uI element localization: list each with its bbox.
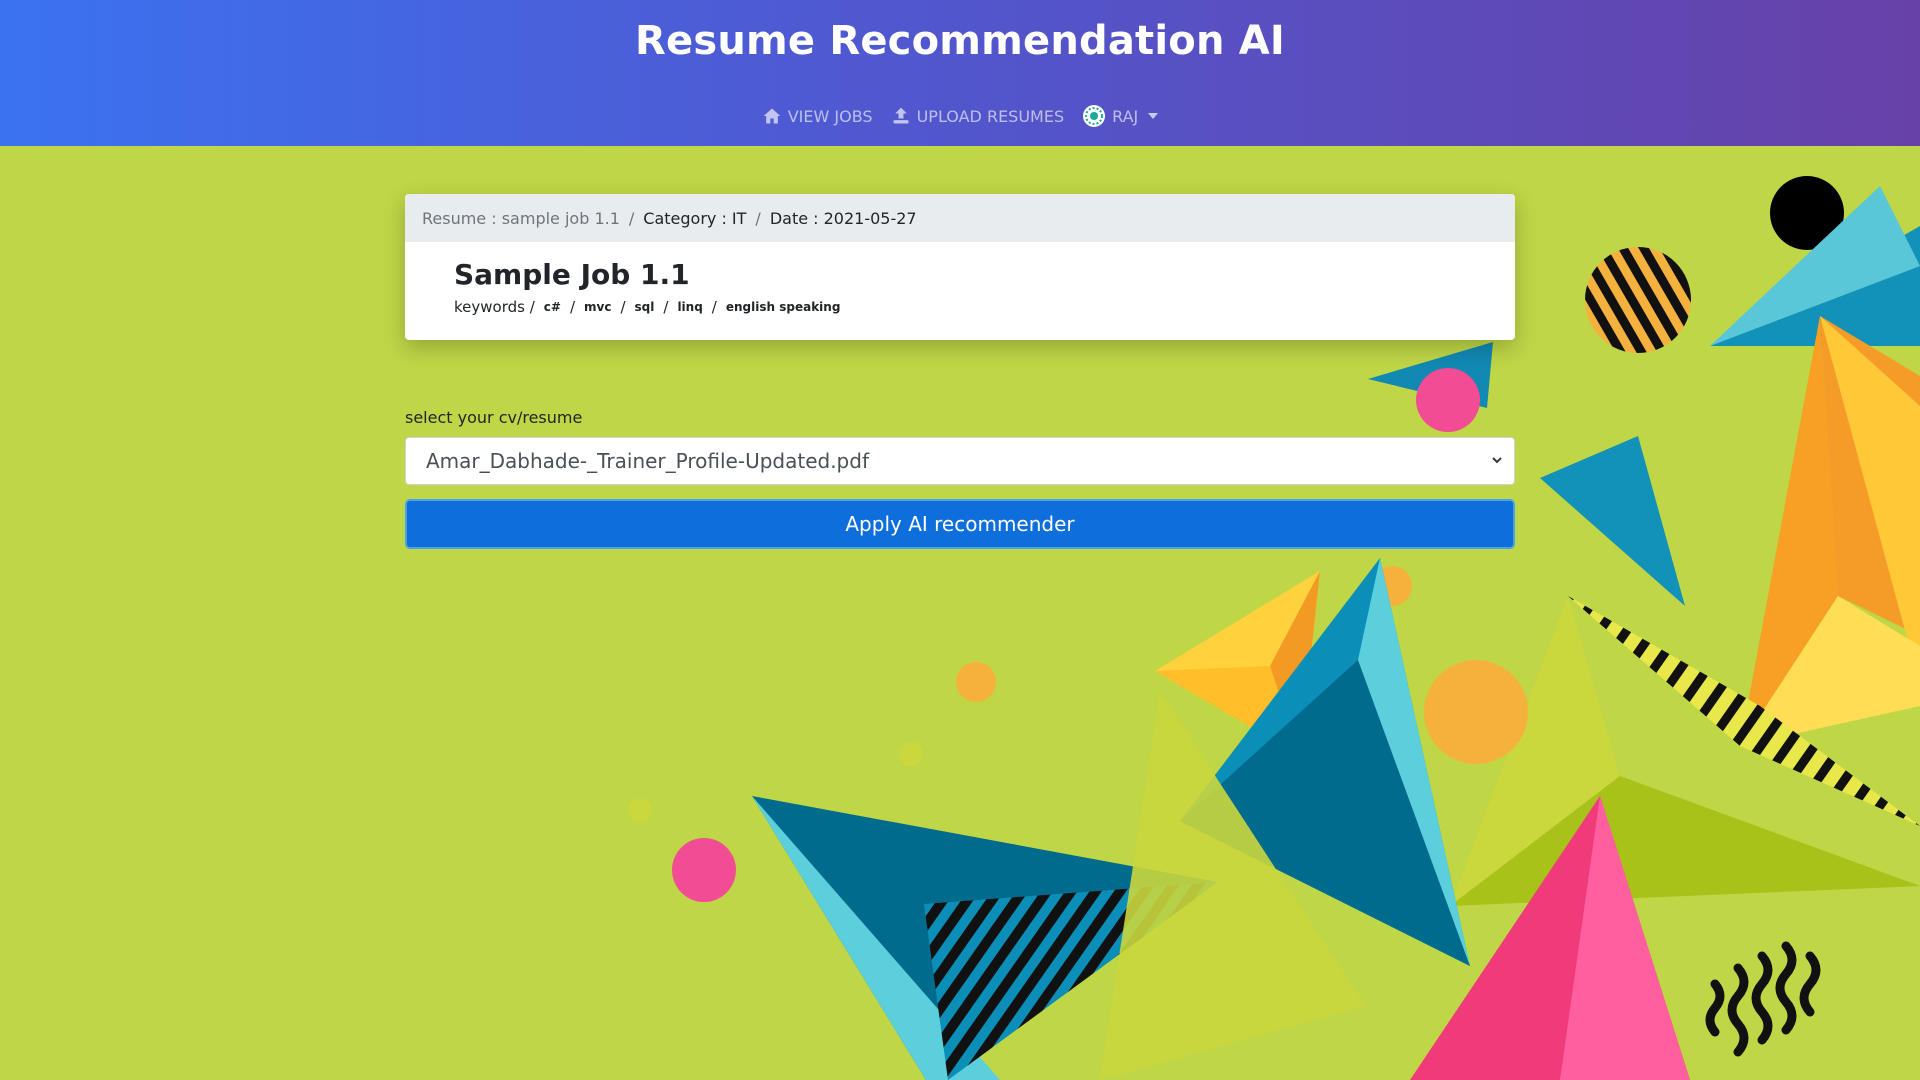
breadcrumb-date: Date : 2021-05-27 [769, 208, 917, 228]
nav-user-menu[interactable]: RAJ [1082, 104, 1159, 128]
upload-icon [893, 107, 909, 124]
keyword-separator: / [569, 298, 575, 316]
breadcrumb-category[interactable]: Category : IT [643, 209, 746, 228]
keyword-item: sql [634, 300, 655, 314]
keyword-separator: / [711, 298, 717, 316]
job-card: Resume : sample job 1.1 / Category : IT … [405, 194, 1515, 340]
apply-ai-recommender-button[interactable]: Apply AI recommender [405, 499, 1515, 549]
resume-select[interactable]: Amar_Dabhade-_Trainer_Profile-Updated.pd… [405, 437, 1515, 485]
breadcrumb: Resume : sample job 1.1 / Category : IT … [405, 194, 1515, 242]
nav-user-label: RAJ [1112, 106, 1139, 126]
app-title: Resume Recommendation AI [634, 18, 1285, 64]
keyword-item: c# [543, 300, 561, 314]
resume-select-label: select your cv/resume [405, 408, 583, 427]
chevron-down-icon [1492, 457, 1502, 464]
main-nav: VIEW JOBS UPLOAD RESUMES RAJ [0, 104, 1920, 128]
nav-upload-resumes-label: UPLOAD RESUMES [916, 106, 1065, 126]
breadcrumb-resume[interactable]: Resume : sample job 1.1 [422, 209, 620, 228]
keywords-list: keywords / c# / mvc / sql / linq / engli… [454, 298, 840, 316]
keyword-separator: / [620, 298, 626, 316]
nav-view-jobs-label: VIEW JOBS [787, 106, 873, 126]
keyword-separator: / [663, 298, 669, 316]
keyword-item: mvc [584, 300, 612, 314]
nav-upload-resumes[interactable]: UPLOAD RESUMES [891, 106, 1065, 126]
job-title: Sample Job 1.1 [454, 258, 690, 291]
home-icon [763, 108, 781, 124]
user-avatar-icon [1083, 105, 1106, 127]
wave-pattern [1705, 941, 1821, 1057]
keyword-item: english speaking [725, 300, 841, 314]
breadcrumb-separator: / [628, 208, 635, 228]
top-header: Resume Recommendation AI VIEW JOBS UPLOA… [0, 0, 1920, 146]
breadcrumb-separator: / [755, 208, 761, 228]
resume-select-value: Amar_Dabhade-_Trainer_Profile-Updated.pd… [426, 449, 869, 473]
keywords-label: keywords / [454, 298, 535, 316]
keyword-item: linq [677, 300, 703, 314]
nav-view-jobs[interactable]: VIEW JOBS [762, 106, 873, 126]
chevron-down-icon [1148, 113, 1159, 119]
